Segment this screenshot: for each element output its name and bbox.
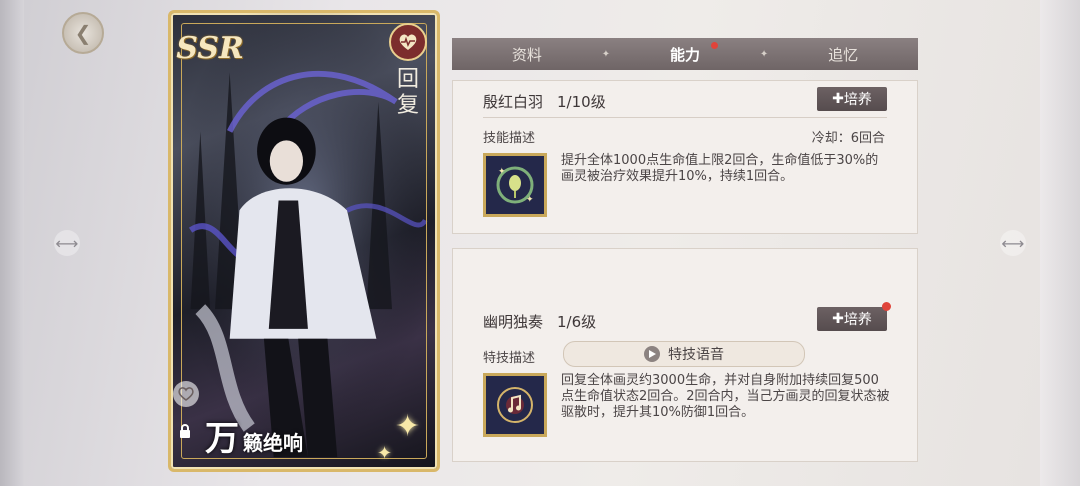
left-edge-shade [0,0,24,486]
special-train-button[interactable]: ✚ 培养 [817,302,891,331]
divider [483,117,887,118]
play-icon [644,346,660,362]
rarity-badge: SSR [176,30,244,66]
previous-character-arrow[interactable]: ⟷ [54,230,80,256]
svg-text:✦: ✦ [498,167,506,177]
notification-dot [882,302,891,311]
special-section: 幽明独奏 1/6级 ✚ 培养 特技描述 特技语音 回复全体画灵约3000生命，并对自… [452,248,918,462]
card-inner-frame [181,23,427,459]
next-character-arrow[interactable]: ⟷ [1000,230,1026,256]
favorite-heart-icon[interactable] [173,381,199,407]
character-card[interactable]: SSR 回复 万 籁绝响 ✦ ✦ [168,10,440,472]
special-desc-label: 特技描述 [483,351,536,366]
special-name: 幽明独奏 [483,313,544,331]
sparkle-icon: ✦ [395,409,421,444]
sparkle-small-icon: ✦ [377,443,393,464]
back-button[interactable]: ❮ [62,12,104,54]
back-arrow-icon: ❮ [74,21,92,45]
skill-description: 提升全体1000点生命值上限2回合，生命值低于30%的画灵被治疗效果提升10%，… [561,153,879,184]
tab-memories[interactable]: 追忆 [768,44,918,65]
right-edge-shade [1040,0,1080,486]
skill-cooldown: 冷却：6回合 [811,131,885,146]
special-voice-label: 特技语音 [668,347,724,363]
special-level: 1/6级 [557,313,597,331]
detail-tabs: 资料 ✦ 能力 ✦ 追忆 [452,38,918,70]
crescent-leaf-icon[interactable]: ✦ ✦ [483,153,547,217]
plus-icon: ✚ [832,91,844,107]
notification-dot [710,41,718,49]
special-voice-button[interactable]: 特技语音 [563,341,805,367]
skill-title: 殷红白羽 1/10级 [483,91,606,112]
plus-icon: ✚ [832,311,844,327]
tab-separator-icon: ✦ [759,48,769,60]
skill-name: 殷红白羽 [483,93,544,111]
role-label: 回复 [396,67,419,118]
arrow-left-icon: ⟷ [55,233,79,253]
tab-ability-label: 能力 [669,45,700,64]
skill-train-label: 培养 [843,92,872,108]
skill-desc-label: 技能描述 [483,131,536,146]
heartbeat-icon [389,23,427,61]
music-note-emblem-icon[interactable] [483,373,547,437]
special-description: 回复全体画灵约3000生命，并对自身附加持续回复500点生命值状态2回合。2回合… [561,373,890,420]
special-train-label: 培养 [843,312,872,328]
skill-train-button[interactable]: ✚ 培养 [817,87,887,111]
character-name: 万 籁绝响 [205,411,303,460]
arrow-right-icon: ⟷ [1001,233,1025,253]
svg-text:✦: ✦ [526,195,534,205]
tab-info[interactable]: 资料 [452,44,602,65]
character-surname: 万 [205,419,239,459]
skill-level: 1/10级 [557,93,606,111]
tab-separator-icon: ✦ [601,48,611,60]
character-given-name: 籁绝响 [243,431,303,455]
tab-ability[interactable]: 能力 [610,41,760,65]
lock-icon [180,424,190,438]
special-title: 幽明独奏 1/6级 [483,311,596,332]
skill-section: 殷红白羽 1/10级 ✚ 培养 技能描述 冷却：6回合 ✦ ✦ 提升全体1000点生… [452,80,918,234]
